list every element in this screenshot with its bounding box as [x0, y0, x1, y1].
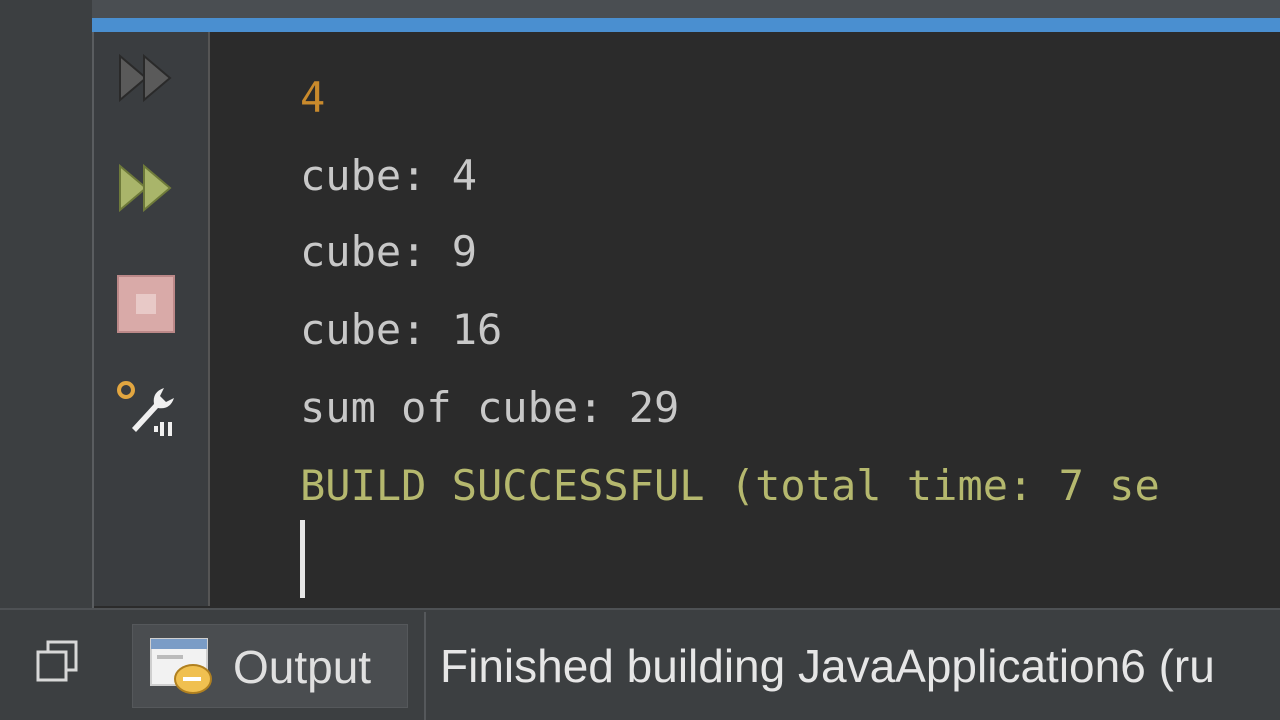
restore-windows-icon: [36, 640, 78, 682]
status-message: Finished building JavaApplication6 (ru: [440, 640, 1215, 692]
console-line: cube: 9: [300, 227, 478, 276]
rerun-button[interactable]: [114, 46, 178, 110]
rerun-with-params-icon: [119, 163, 172, 213]
console-line: sum of cube: 29: [300, 383, 680, 432]
console-line: cube: 4: [300, 151, 478, 200]
wrench-settings-icon: [117, 381, 174, 436]
output-toolbar: [94, 32, 210, 606]
stop-icon: [117, 275, 175, 333]
output-tab-label: Output: [233, 641, 372, 693]
active-panel-stripe: [92, 18, 1280, 32]
status-divider: [424, 612, 426, 720]
window-top-bar: [0, 0, 1280, 20]
stop-button[interactable]: [114, 272, 178, 336]
console-line: 4: [300, 73, 326, 122]
rerun-with-params-button[interactable]: [114, 156, 178, 220]
rerun-icon: [119, 53, 172, 103]
restore-window-button[interactable]: [30, 634, 86, 690]
console-line: cube: 16: [300, 305, 503, 354]
settings-button[interactable]: [114, 378, 178, 442]
text-caret: [300, 520, 305, 598]
build-result-line: BUILD SUCCESSFUL (total time: 7 se: [300, 461, 1160, 510]
output-window-icon: [150, 638, 212, 694]
left-gutter: [0, 0, 92, 610]
console-output[interactable]: 4 cube: 4 cube: 9 cube: 16 sum of cube: …: [212, 34, 1280, 606]
output-tab[interactable]: Output: [132, 624, 408, 708]
